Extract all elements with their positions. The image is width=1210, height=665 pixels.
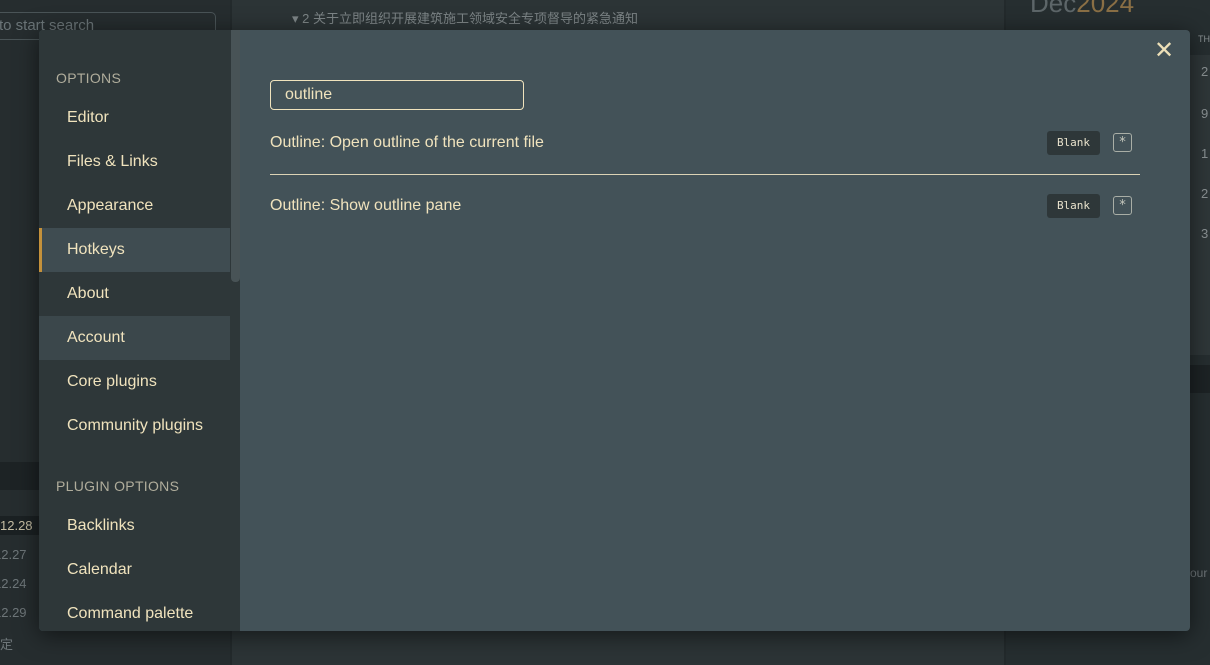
sidebar-item-files-links[interactable]: Files & Links: [39, 140, 230, 184]
calendar-year: 2024: [1076, 0, 1135, 18]
hotkey-binding[interactable]: Blank: [1047, 131, 1100, 155]
calendar-note: our: [1190, 566, 1208, 580]
calendar-weekday: TH: [1198, 34, 1210, 44]
recent-file-date[interactable]: 12.29: [0, 605, 27, 620]
hotkey-binding[interactable]: Blank: [1047, 194, 1100, 218]
hotkey-command-name: Outline: Show outline pane: [270, 197, 462, 214]
calendar-day[interactable]: 2: [1201, 64, 1208, 79]
sidebar-item-command-palette[interactable]: Command palette: [39, 592, 230, 631]
sidebar-item-calendar[interactable]: Calendar: [39, 548, 230, 592]
row-divider: [270, 174, 1140, 175]
add-hotkey-icon[interactable]: *: [1113, 133, 1132, 152]
hotkey-search-input[interactable]: [270, 80, 524, 110]
hotkey-row: Outline: Show outline pane Blank *: [270, 193, 1140, 219]
hotkeys-content: Outline: Open outline of the current fil…: [240, 30, 1190, 631]
sidebar-item-hotkeys[interactable]: Hotkeys: [39, 228, 230, 272]
add-hotkey-icon[interactable]: *: [1113, 196, 1132, 215]
sidebar-item-account[interactable]: Account: [39, 316, 230, 360]
close-icon[interactable]: ✕: [1153, 39, 1175, 63]
sidebar-item-editor[interactable]: Editor: [39, 96, 230, 140]
settings-sidebar: OPTIONS Editor Files & Links Appearance …: [39, 30, 240, 631]
calendar-day[interactable]: 9: [1201, 106, 1208, 121]
calendar-band: [1190, 365, 1210, 393]
sidebar-item-backlinks[interactable]: Backlinks: [39, 504, 230, 548]
calendar-day[interactable]: 1: [1201, 146, 1208, 161]
calendar-day[interactable]: 3: [1201, 226, 1208, 241]
recent-file-label: 定: [0, 637, 14, 652]
calendar-month: Dec: [1030, 0, 1077, 18]
sidebar-item-community-plugins[interactable]: Community plugins: [39, 404, 230, 448]
options-heading: OPTIONS: [56, 70, 122, 86]
editor-heading: ▾ 2 关于立即组织开展建筑施工领域安全专项督导的紧急通知: [292, 11, 638, 26]
sidebar-item-core-plugins[interactable]: Core plugins: [39, 360, 230, 404]
hotkey-row: Outline: Open outline of the current fil…: [270, 130, 1140, 156]
plugin-options-heading: PLUGIN OPTIONS: [56, 478, 180, 494]
recent-file-date[interactable]: 12.24: [0, 576, 27, 591]
calendar-title: Dec2024: [1030, 0, 1134, 19]
calendar-day[interactable]: 2: [1201, 186, 1208, 201]
recent-file-date[interactable]: 12.28: [0, 516, 39, 535]
settings-modal: OPTIONS Editor Files & Links Appearance …: [39, 30, 1190, 631]
hotkey-command-name: Outline: Open outline of the current fil…: [270, 134, 544, 151]
sidebar-item-appearance[interactable]: Appearance: [39, 184, 230, 228]
sidebar-scrollbar[interactable]: [231, 30, 240, 282]
recent-file-date[interactable]: 12.27: [0, 547, 27, 562]
sidebar-item-about[interactable]: About: [39, 272, 230, 316]
calendar-column: [1190, 55, 1210, 355]
